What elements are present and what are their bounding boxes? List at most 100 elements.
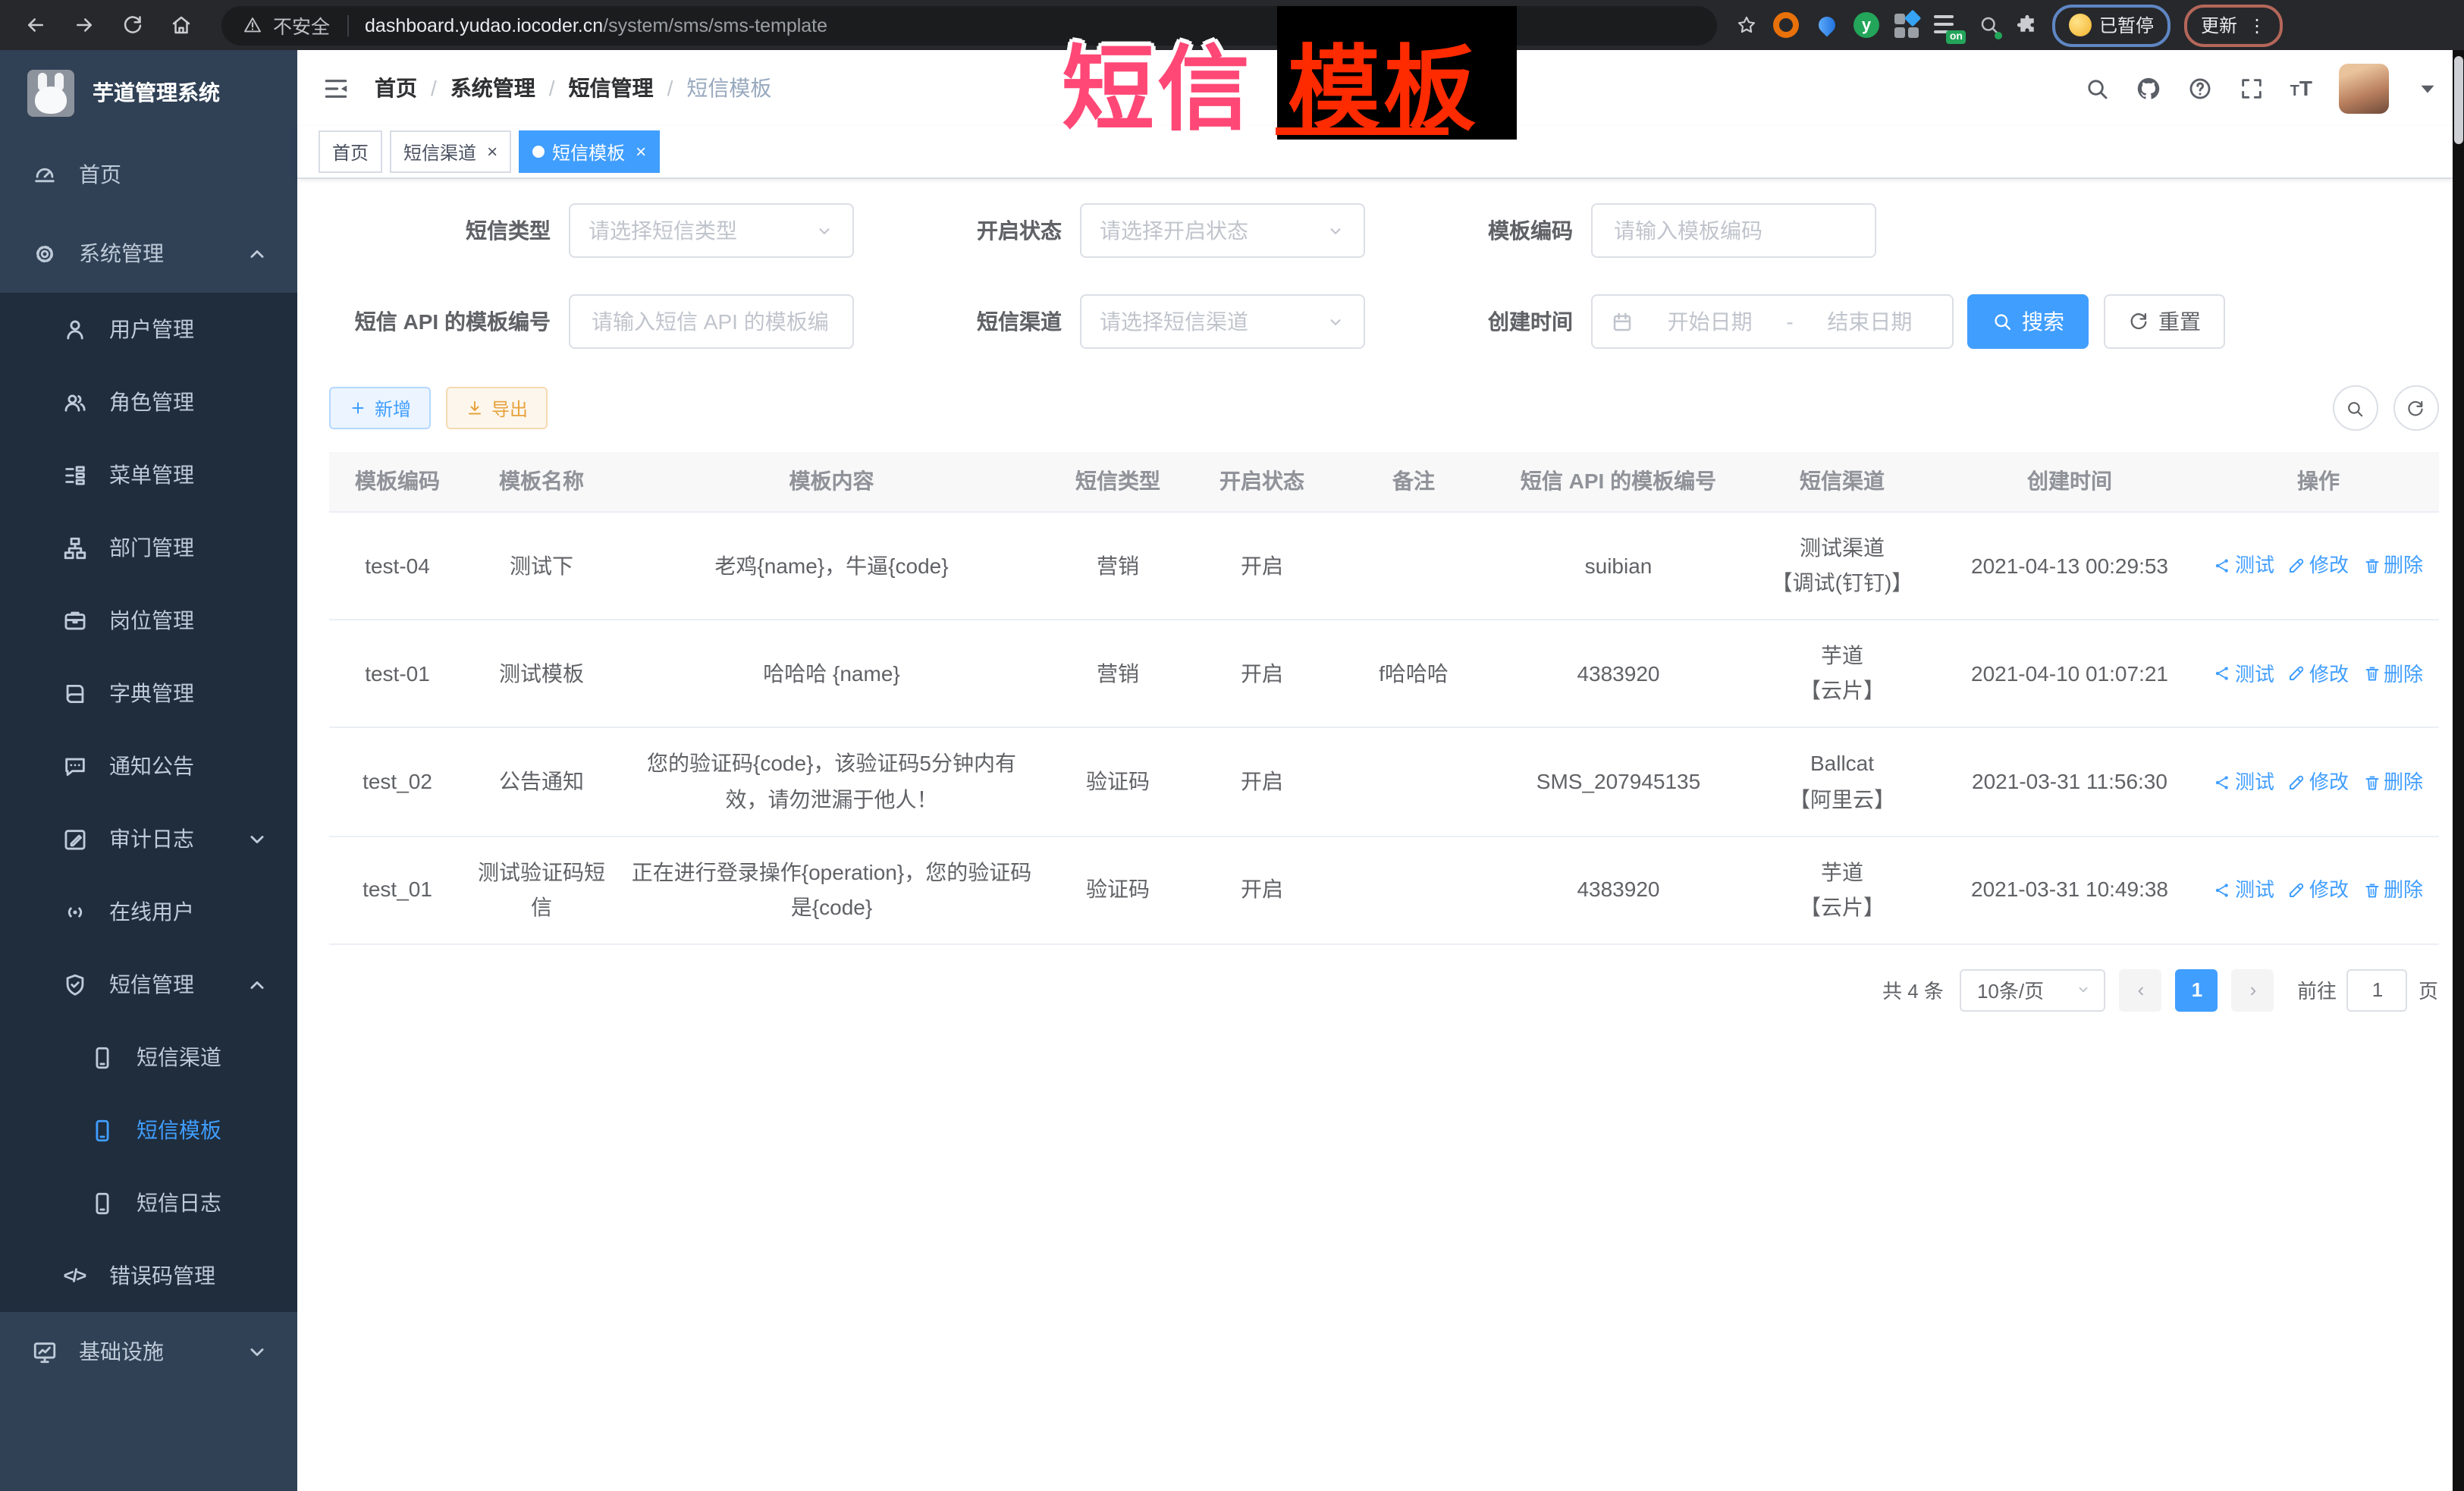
menu-icon [61, 462, 88, 488]
breadcrumb-item[interactable]: 首页 [375, 73, 417, 103]
tab-sms-template[interactable]: 短信模板× [519, 130, 660, 173]
page-1-button[interactable]: 1 [2176, 969, 2218, 1012]
breadcrumb-item[interactable]: 短信管理 [569, 73, 654, 103]
delete-link[interactable]: 删除 [2362, 550, 2423, 582]
extension-icon-drop[interactable] [1813, 11, 1840, 39]
template-code-input[interactable] [1611, 217, 1857, 244]
sidebar-item-audit-log[interactable]: 审计日志 [0, 802, 297, 875]
browser-extensions-area: y on 已暂停 更新⋮ [1735, 4, 2283, 46]
sidebar-item-sms-log[interactable]: 短信日志 [0, 1166, 297, 1239]
column-header: 短信渠道 [1744, 452, 1941, 511]
close-icon[interactable]: × [487, 143, 498, 161]
forward-icon[interactable] [64, 5, 103, 45]
delete-link[interactable]: 删除 [2362, 874, 2423, 906]
home-icon[interactable] [161, 5, 200, 45]
sidebar-item-infra[interactable]: 基础设施 [0, 1312, 297, 1391]
test-link[interactable]: 测试 [2214, 766, 2274, 799]
page-size-select[interactable]: 10条/页 [1960, 969, 2106, 1012]
edit-link[interactable]: 修改 [2288, 550, 2349, 582]
sidebar-item-notice[interactable]: 通知公告 [0, 730, 297, 802]
sidebar-item-roles[interactable]: 角色管理 [0, 366, 297, 438]
filter-label-create-time: 创建时间 [1365, 306, 1591, 337]
sidebar-item-sms[interactable]: 短信管理 [0, 948, 297, 1021]
hamburger-icon[interactable] [322, 74, 350, 102]
sidebar-item-error-code[interactable]: </>错误码管理 [0, 1239, 297, 1312]
sidebar-item-posts[interactable]: 岗位管理 [0, 584, 297, 657]
cell-status: 开启 [1190, 837, 1334, 943]
date-range-picker[interactable]: 开始日期 - 结束日期 [1591, 294, 1954, 349]
breadcrumb-item[interactable]: 系统管理 [450, 73, 535, 103]
api-template-id-input[interactable] [589, 308, 834, 335]
sidebar-item-online-users[interactable]: 在线用户 [0, 875, 297, 948]
sidebar-item-sms-channel[interactable]: 短信渠道 [0, 1021, 297, 1094]
tab-sms-channel[interactable]: 短信渠道× [390, 130, 511, 173]
monitor-icon [30, 1339, 58, 1364]
extensions-puzzle-icon[interactable] [2016, 14, 2039, 36]
extension-icon-list[interactable]: on [1934, 11, 1961, 39]
show-search-button[interactable] [2332, 385, 2378, 431]
sms-type-select[interactable]: 请选择短信类型 [569, 203, 854, 258]
export-button[interactable]: 导出 [446, 387, 548, 429]
update-button[interactable]: 更新⋮ [2184, 4, 2283, 46]
channel-select[interactable]: 请选择短信渠道 [1080, 294, 1365, 349]
test-link[interactable]: 测试 [2214, 874, 2274, 906]
tab-home[interactable]: 首页 [319, 130, 382, 173]
total-count: 共 4 条 [1882, 976, 1944, 1005]
test-link[interactable]: 测试 [2214, 550, 2274, 582]
screen: 不安全 dashboard.yudao.iocoder.cn/system/sm… [0, 0, 2464, 1491]
online-icon [61, 899, 88, 924]
back-icon[interactable] [15, 5, 55, 45]
edit-link[interactable]: 修改 [2288, 766, 2349, 799]
github-icon[interactable] [2136, 75, 2161, 101]
scrollbar-thumb[interactable] [2453, 56, 2462, 144]
refresh-list-button[interactable] [2393, 385, 2438, 431]
fullscreen-icon[interactable] [2239, 75, 2265, 101]
status-select[interactable]: 请选择开启状态 [1080, 203, 1365, 258]
sidebar-item-users[interactable]: 用户管理 [0, 293, 297, 366]
delete-link[interactable]: 删除 [2362, 658, 2423, 690]
logo-avatar [27, 69, 74, 116]
goto-page-input[interactable] [2347, 969, 2408, 1012]
cell-sms-type: 验证码 [1046, 729, 1190, 835]
cell-remark [1334, 729, 1493, 835]
test-link[interactable]: 测试 [2214, 658, 2274, 690]
extension-icon-y[interactable]: y [1853, 12, 1879, 38]
prev-page-button[interactable]: ‹ [2120, 969, 2162, 1012]
reset-button[interactable]: 重置 [2104, 294, 2225, 349]
extension-icon-ring[interactable] [1772, 11, 1799, 39]
extension-icon-search[interactable] [1975, 11, 2002, 39]
next-page-button[interactable]: › [2232, 969, 2274, 1012]
edit-link[interactable]: 修改 [2288, 874, 2349, 906]
sidebar-item-dict[interactable]: 字典管理 [0, 657, 297, 730]
share-icon [2214, 665, 2232, 683]
cell-api-template-id: suibian [1493, 513, 1744, 619]
search-icon[interactable] [2084, 75, 2110, 101]
close-icon[interactable]: × [636, 143, 646, 161]
sidebar-item-home[interactable]: 首页 [0, 135, 297, 214]
font-size-icon[interactable]: TT [2290, 76, 2312, 100]
profile-paused-badge[interactable]: 已暂停 [2052, 4, 2171, 46]
cell-create-time: 2021-03-31 10:49:38 [1941, 837, 2199, 943]
search-button[interactable]: 搜索 [1967, 294, 2089, 349]
sidebar-item-sms-template[interactable]: 短信模板 [0, 1094, 297, 1166]
divider [347, 14, 348, 36]
reload-icon[interactable] [112, 5, 152, 45]
edit-link[interactable]: 修改 [2288, 658, 2349, 690]
scrollbar-track[interactable] [2452, 50, 2464, 1491]
add-button[interactable]: 新增 [329, 387, 431, 429]
sidebar-item-system[interactable]: 系统管理 [0, 214, 297, 293]
cell-content: 正在进行登录操作{operation}，您的验证码是{code} [617, 837, 1046, 943]
sidebar-item-depts[interactable]: 部门管理 [0, 511, 297, 584]
extension-icon-grid[interactable] [1893, 11, 1920, 39]
chevron-up-icon [243, 240, 270, 266]
cell-name: 测试下 [466, 513, 617, 619]
delete-link[interactable]: 删除 [2362, 766, 2423, 799]
bookmark-star-icon[interactable] [1735, 14, 1758, 36]
sidebar-item-menus[interactable]: 菜单管理 [0, 438, 297, 511]
caret-down-icon[interactable] [2414, 75, 2440, 101]
browser-menu-icon[interactable]: ⋮ [2248, 14, 2266, 36]
filter-label-api-template-id: 短信 API 的模板编号 [329, 306, 569, 337]
help-icon[interactable] [2187, 75, 2213, 101]
chevron-down-icon [243, 826, 270, 852]
user-avatar[interactable] [2338, 63, 2388, 113]
